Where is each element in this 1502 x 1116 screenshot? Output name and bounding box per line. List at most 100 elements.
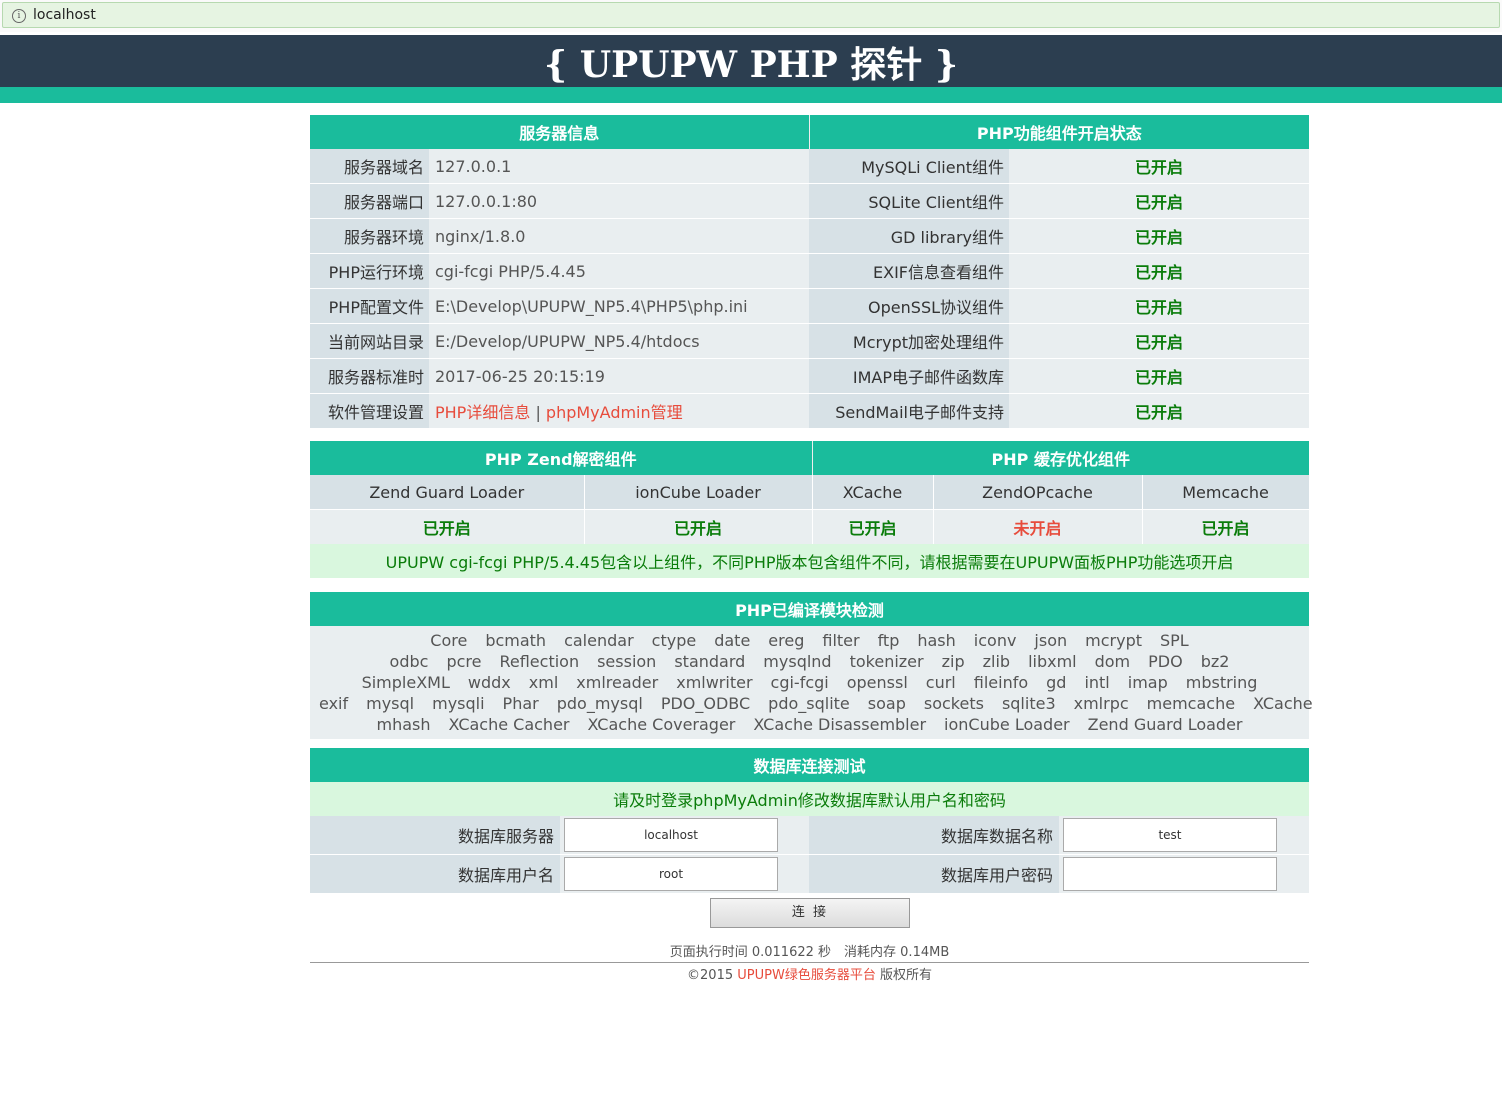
components-heading: PHP功能组件开启状态 [809,115,1310,149]
module-line: exif mysql mysqli Phar pdo_mysql PDO_ODBC pdo_… [310,693,1313,714]
module-item: cgi-fcgi [770,673,829,692]
server-value: E:\Develop\UPUPW_NP5.4\PHP5\php.ini [429,288,810,324]
module-item: Phar [502,694,539,713]
module-item: sqlite3 [1001,694,1056,713]
module-item: session [597,652,657,671]
copyright: ©2015 UPUPW绿色服务器平台 版权所有 [310,964,1309,983]
module-item: hash [917,631,956,650]
module-item: mbstring [1185,673,1258,692]
db-server-input[interactable]: localhost [564,818,778,852]
db-name-label: 数据库数据名称 [809,816,1059,855]
module-item: calendar [564,631,634,650]
upupw-link[interactable]: UPUPW绿色服务器平台 [737,968,876,983]
cache-item-status: 已开启 [812,509,934,544]
table-row: 服务器端口 127.0.0.1:80 SQLite Client组件 已开启 [310,183,1310,219]
component-label: MySQLi Client组件 [809,149,1010,184]
db-test-table: 数据库连接测试 请及时登录phpMyAdmin修改数据库默认用户名和密码 数据库… [310,748,1310,894]
server-label: 服务器环境 [310,218,429,254]
table-row: 服务器标准时 2017-06-25 20:15:19 IMAP电子邮件函数库 已… [310,358,1310,394]
component-status: 已开启 [1009,323,1310,359]
module-line: Core bcmath calendar ctype date ereg filter ftp… [310,630,1309,651]
module-item: SPL [1160,631,1189,650]
component-label: EXIF信息查看组件 [809,253,1010,289]
server-info-table: 服务器信息 PHP功能组件开启状态 服务器域名 127.0.0.1 MySQLi… [310,115,1310,429]
table-row: PHP配置文件 E:\Develop\UPUPW_NP5.4\PHP5\php.… [310,288,1310,324]
module-item: dom [1094,652,1131,671]
module-item: XCache Cacher [448,715,570,734]
server-label: 软件管理设置 [310,393,429,429]
db-user-label: 数据库用户名 [310,854,560,894]
module-item: zlib [982,652,1011,671]
module-item: mhash [376,715,431,734]
module-item: XCache Disassembler [753,715,927,734]
db-user-input[interactable]: root [564,857,778,891]
server-label: PHP运行环境 [310,253,429,289]
module-item: odbc [389,652,429,671]
cache-item-name: ZendOPcache [933,475,1143,510]
component-label: OpenSSL协议组件 [809,288,1010,324]
footer-divider [310,962,1309,963]
component-label: SendMail电子邮件支持 [809,393,1010,429]
server-value: 2017-06-25 20:15:19 [429,358,810,394]
server-value: 127.0.0.1 [429,149,810,184]
connect-button[interactable]: 连 接 [710,898,910,928]
module-line: mhash XCache Cacher XCache Coverager XCache… [310,714,1309,735]
module-item: imap [1127,673,1168,692]
module-item: Reflection [499,652,580,671]
db-notice: 请及时登录phpMyAdmin修改数据库默认用户名和密码 [310,782,1310,816]
server-label: 服务器标准时 [310,358,429,394]
module-item: openssl [846,673,908,692]
component-label: SQLite Client组件 [809,183,1010,219]
cache-item-name: Memcache [1142,475,1310,510]
table-row: 软件管理设置 PHP详细信息 | phpMyAdmin管理 SendMail电子… [310,393,1310,429]
module-item: bz2 [1200,652,1230,671]
component-status: 已开启 [1009,183,1310,219]
module-item: mcrypt [1085,631,1142,650]
component-status: 已开启 [1009,393,1310,429]
db-heading: 数据库连接测试 [310,748,1310,782]
module-item: libxml [1028,652,1077,671]
db-password-label: 数据库用户密码 [809,854,1059,894]
modules-list: Core bcmath calendar ctype date ereg filter ftp… [310,626,1313,739]
module-item: ereg [768,631,805,650]
module-item: sockets [923,694,984,713]
phpmyadmin-link[interactable]: phpMyAdmin管理 [546,403,683,422]
module-item: xmlwriter [676,673,753,692]
zend-heading: PHP Zend解密组件 [310,441,813,475]
browser-address-bar: i localhost [0,0,1502,32]
server-value: cgi-fcgi PHP/5.4.45 [429,253,810,289]
module-item: xmlreader [576,673,659,692]
module-item: standard [674,652,746,671]
module-line: odbc pcre Reflection session standard mysqlnd… [310,651,1309,672]
component-status: 已开启 [1009,253,1310,289]
module-line: SimpleXML wddx xml xmlreader xmlwriter cgi-fc… [310,672,1309,693]
url-text: localhost [33,7,96,23]
module-item: mysql [366,694,415,713]
server-value: 127.0.0.1:80 [429,183,810,219]
copyright-suffix: 版权所有 [875,968,932,983]
module-item: ctype [651,631,697,650]
module-item: XCache [1253,694,1313,713]
components-notice: UPUPW cgi-fcgi PHP/5.4.45包含以上组件，不同PHP版本包… [310,544,1310,578]
cache-heading: PHP 缓存优化组件 [812,441,1310,475]
module-item: mysqlnd [763,652,832,671]
phpinfo-link[interactable]: PHP详细信息 [435,403,530,422]
info-icon[interactable]: i [12,9,26,23]
module-item: pdo_sqlite [768,694,850,713]
db-name-input[interactable]: test [1063,818,1277,852]
table-row: PHP运行环境 cgi-fcgi PHP/5.4.45 EXIF信息查看组件 已… [310,253,1310,289]
module-item: PDO_ODBC [660,694,751,713]
url-field[interactable]: i localhost [2,2,1500,28]
zend-item-name: ionCube Loader [584,475,813,510]
module-item: xml [528,673,559,692]
db-password-input[interactable] [1063,857,1277,891]
server-value: E:/Develop/UPUPW_NP5.4/htdocs [429,323,810,359]
module-item: ionCube Loader [944,715,1070,734]
module-item: json [1034,631,1068,650]
link-separator: | [535,403,541,422]
zend-item-status: 已开启 [584,509,813,544]
perf-stats: 页面执行时间 0.011622 秒 消耗内存 0.14MB [669,945,950,960]
module-item: filter [822,631,860,650]
modules-table: PHP已编译模块检测 Core bcmath calendar ctype date er… [310,592,1313,739]
software-links: PHP详细信息 | phpMyAdmin管理 [429,393,810,429]
